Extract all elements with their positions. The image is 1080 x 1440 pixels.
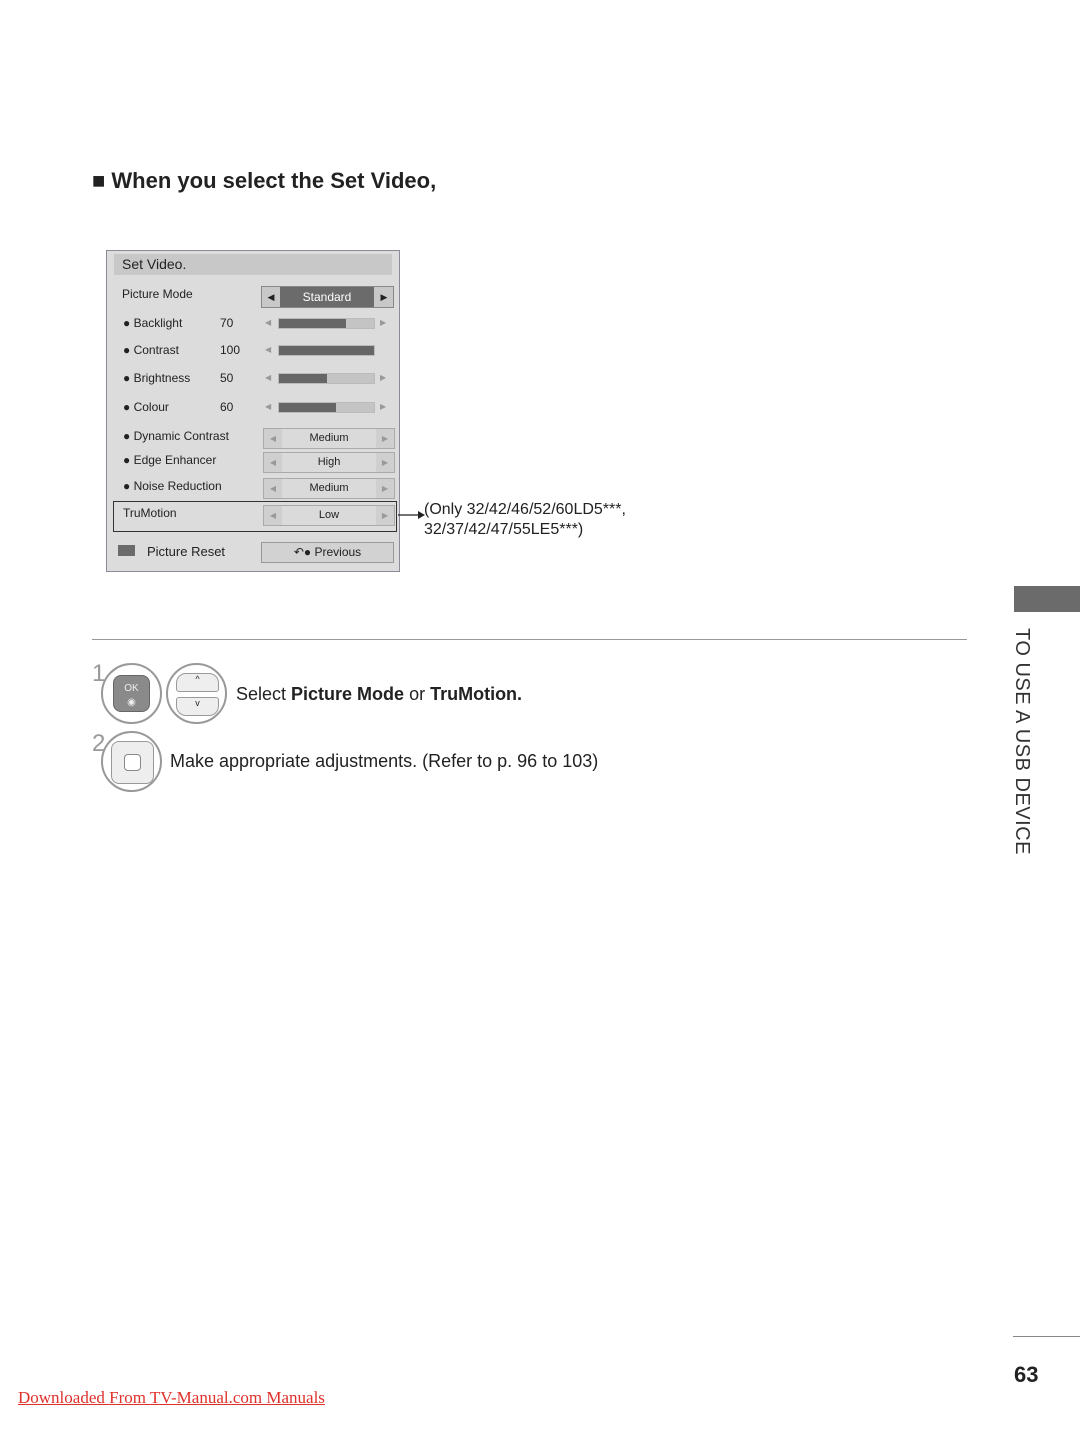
reset-swatch-icon: [118, 545, 135, 556]
picture-reset-label[interactable]: Picture Reset: [147, 544, 225, 559]
set-video-menu: Set Video. Picture Mode ◀ Standard ▶ ● B…: [106, 250, 400, 572]
arrow-right-icon[interactable]: ▶: [376, 506, 394, 525]
arrow-left-icon[interactable]: ◀: [264, 506, 282, 525]
arrow-left-icon[interactable]: ◀: [265, 402, 271, 411]
slider-fill: [279, 403, 336, 412]
arrow-right-icon[interactable]: ▶: [375, 287, 393, 307]
trumotion-value: Low: [282, 506, 376, 525]
back-icon: ↶●: [293, 545, 312, 559]
option-selector[interactable]: ◀ High ▶: [263, 452, 395, 473]
option-label: ● Noise Reduction: [123, 479, 222, 493]
slider-label: ● Brightness: [123, 371, 191, 385]
slider-fill: [279, 374, 327, 383]
dpad-illustration: [101, 731, 162, 792]
previous-label: Previous: [314, 545, 362, 559]
page-rule: [1013, 1336, 1080, 1337]
model-note: (Only 32/42/46/52/60LD5***, 32/37/42/47/…: [424, 500, 626, 540]
arrow-right-icon[interactable]: ▶: [376, 429, 394, 448]
chevron-down-icon: v: [176, 697, 219, 716]
slider-fill: [279, 319, 346, 328]
step-2-text: Make appropriate adjustments. (Refer to …: [170, 751, 599, 771]
option-selector[interactable]: ◀ Medium ▶: [263, 428, 395, 449]
arrow-left-icon[interactable]: ◀: [265, 345, 271, 354]
side-title: TO USE A USB DEVICE: [1011, 628, 1033, 855]
dpad-icon: [111, 741, 154, 784]
footer-link[interactable]: Downloaded From TV-Manual.com Manuals: [18, 1388, 325, 1408]
slider-track[interactable]: [278, 373, 375, 384]
trumotion-label: TruMotion: [123, 506, 177, 520]
option-value: High: [282, 453, 376, 472]
step-1-text: Select Picture Mode or TruMotion.: [236, 684, 523, 704]
picture-mode-value: Standard: [280, 287, 374, 307]
slider-value: 60: [220, 400, 234, 414]
divider: [92, 639, 967, 640]
picture-mode-label: Picture Mode: [122, 287, 193, 301]
slider-fill: [279, 346, 374, 355]
arrow-right-icon[interactable]: ▶: [380, 373, 386, 382]
slider-label: ● Contrast: [123, 343, 179, 357]
option-label: ● Edge Enhancer: [123, 453, 217, 467]
note-arrow-icon: [398, 511, 425, 519]
page-number: 63: [1014, 1362, 1039, 1387]
chevron-up-icon: ^: [176, 673, 219, 692]
arrow-left-icon[interactable]: ◀: [264, 479, 282, 498]
slider-label: ● Backlight: [123, 316, 183, 330]
option-value: Medium: [282, 479, 376, 498]
slider-value: 50: [220, 371, 234, 385]
arrow-right-icon[interactable]: ▶: [376, 479, 394, 498]
note-line-1: (Only 32/42/46/52/60LD5***,: [424, 501, 626, 518]
slider-track[interactable]: [278, 345, 375, 356]
slider-track[interactable]: [278, 318, 375, 329]
ok-icon: OK ◉: [113, 675, 150, 712]
arrow-right-icon[interactable]: ▶: [380, 402, 386, 411]
note-line-2: 32/37/42/47/55LE5***): [424, 521, 584, 538]
option-value: Medium: [282, 429, 376, 448]
option-selector[interactable]: ◀ Medium ▶: [263, 478, 395, 499]
arrow-right-icon[interactable]: ▶: [380, 318, 386, 327]
ok-button-illustration: OK ◉: [101, 663, 162, 724]
section-heading: ■ When you select the Set Video,: [92, 168, 437, 193]
arrow-left-icon[interactable]: ◀: [262, 287, 280, 307]
arrow-left-icon[interactable]: ◀: [265, 318, 271, 327]
side-tab: [1014, 586, 1080, 612]
option-label: ● Dynamic Contrast: [123, 429, 229, 443]
arrow-right-icon[interactable]: ▶: [376, 453, 394, 472]
slider-track[interactable]: [278, 402, 375, 413]
arrow-left-icon[interactable]: ◀: [264, 453, 282, 472]
arrow-left-icon[interactable]: ◀: [265, 373, 271, 382]
previous-button[interactable]: ↶● Previous: [261, 542, 394, 563]
arrow-left-icon[interactable]: ◀: [264, 429, 282, 448]
menu-title: Set Video.: [114, 254, 392, 275]
trumotion-selector[interactable]: ◀ Low ▶: [263, 505, 395, 526]
picture-mode-selector[interactable]: ◀ Standard ▶: [261, 286, 394, 308]
slider-label: ● Colour: [123, 400, 169, 414]
up-down-button-illustration: ^ v: [166, 663, 227, 724]
slider-value: 70: [220, 316, 234, 330]
slider-value: 100: [220, 343, 241, 357]
